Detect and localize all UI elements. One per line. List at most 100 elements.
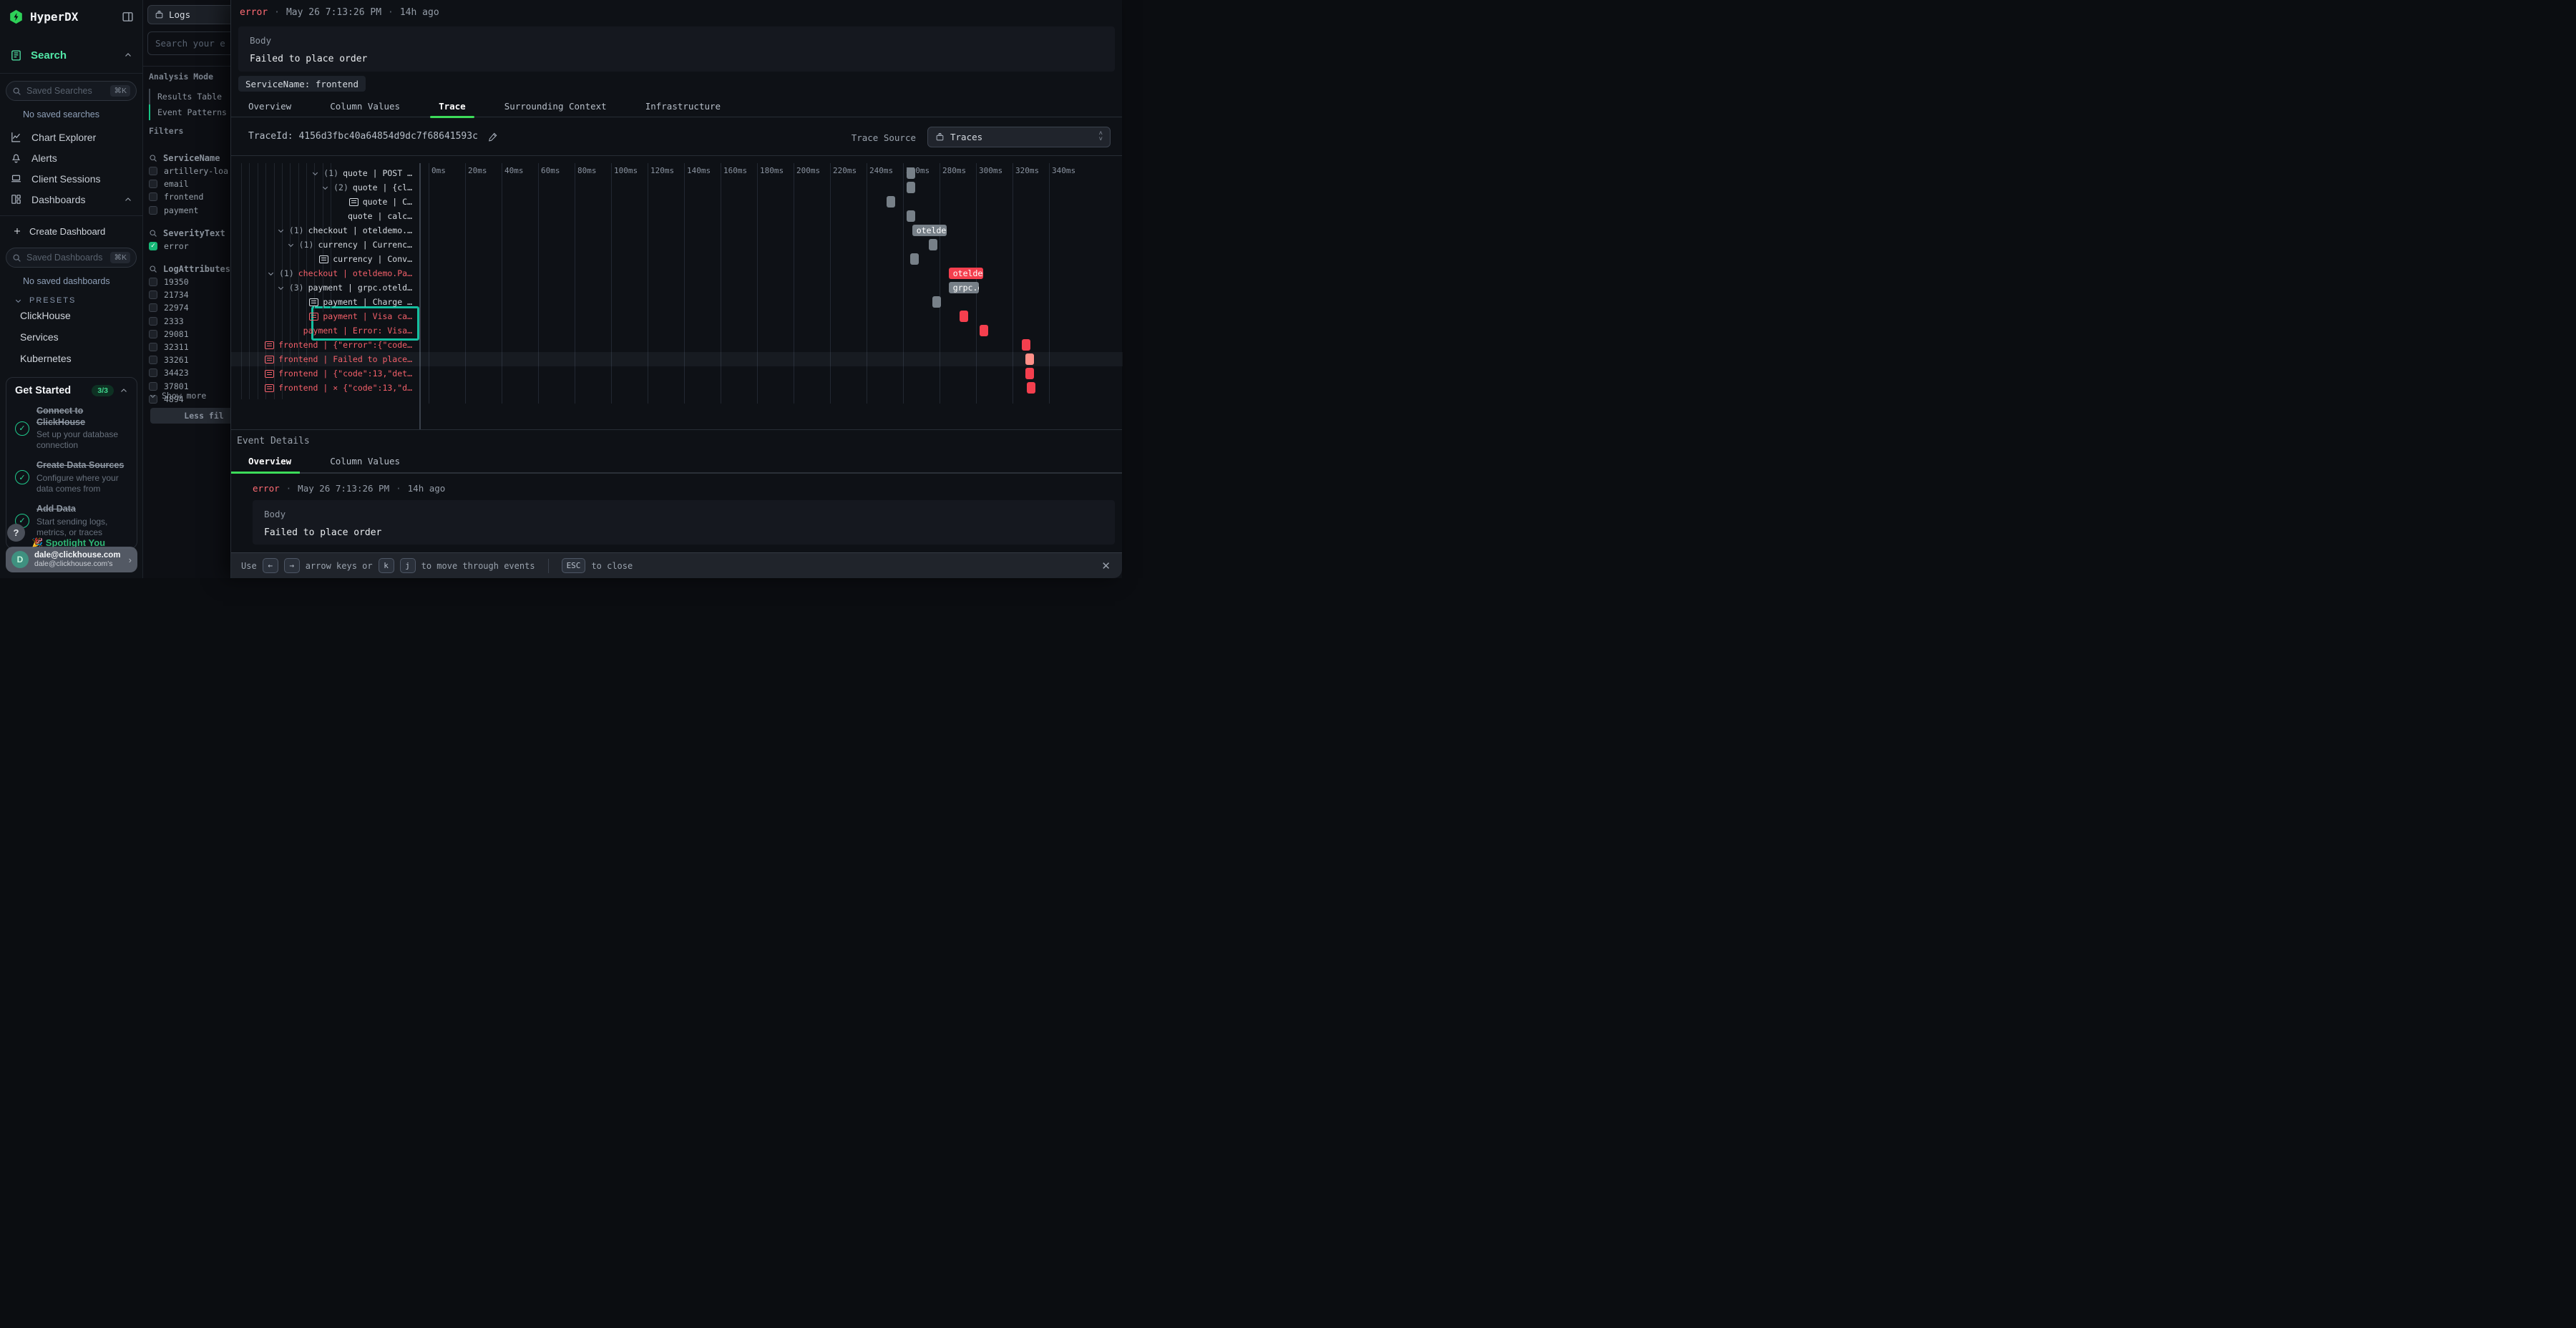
presets-toggle[interactable]: PRESETS [0,286,142,305]
span-duration-bar[interactable] [910,253,919,265]
sidebar-item-dashboards[interactable]: Dashboards [0,189,142,210]
tab-surrounding-context[interactable]: Surrounding Context [496,98,615,117]
filter-option[interactable]: 34423 [149,366,230,379]
filter-option[interactable]: frontend [149,190,230,203]
chevron-down-icon[interactable] [321,184,329,192]
preset-item-services[interactable]: Services [0,326,142,348]
filter-option[interactable]: 19350 [149,275,230,288]
source-select[interactable]: Logs [147,5,230,24]
chevron-down-icon[interactable] [267,270,275,278]
chevron-down-icon[interactable] [311,170,319,177]
checkbox[interactable] [149,330,157,338]
span-duration-bar[interactable]: grpc.o [949,282,979,293]
help-button[interactable]: ? [7,524,25,542]
tree-timeline-divider[interactable] [419,163,421,429]
checkbox[interactable] [149,167,157,175]
preset-item-kubernetes[interactable]: Kubernetes [0,348,142,369]
span-duration-bar[interactable] [887,196,895,208]
edit-trace-id-icon[interactable] [488,132,498,142]
event-details-tab-column-values[interactable]: Column Values [321,453,409,472]
service-name-tag[interactable]: ServiceName: frontend [238,76,366,92]
tab-infrastructure[interactable]: Infrastructure [637,98,729,117]
tab-column-values[interactable]: Column Values [321,98,409,117]
less-filters-button[interactable]: Less fil [150,408,230,424]
show-more-button[interactable]: Show more [149,391,206,401]
checkbox[interactable]: ✓ [149,242,157,250]
trace-span-row[interactable]: (1)checkout | oteldemo.… [231,223,419,238]
checkbox[interactable] [149,356,157,364]
span-duration-bar[interactable] [929,239,937,250]
user-menu[interactable]: D dale@clickhouse.com dale@clickhouse.co… [6,547,137,572]
search-icon[interactable] [149,265,157,273]
span-duration-bar[interactable] [960,311,968,322]
trace-span-row[interactable]: (1)quote | POST … [231,166,419,180]
get-started-item[interactable]: ✓Connect to ClickHouseSet up your databa… [15,406,128,451]
filter-option[interactable]: 29081 [149,328,230,341]
span-duration-bar[interactable] [980,325,988,336]
span-duration-bar[interactable] [1025,368,1034,379]
trace-span-row[interactable]: (1)currency | Currenc… [231,238,419,252]
trace-span-row[interactable]: frontend | × {"code":13,"d… [231,381,419,395]
filter-option[interactable]: 32311 [149,341,230,353]
checkbox[interactable] [149,303,157,312]
checkbox[interactable] [149,290,157,299]
trace-span-row[interactable]: payment | Charge … [231,295,419,309]
checkbox[interactable] [149,192,157,201]
chevron-down-icon[interactable] [287,241,295,249]
arrow-left-keycap[interactable]: ← [263,558,278,573]
filter-option[interactable]: 21734 [149,288,230,301]
span-duration-bar[interactable]: oteldem [912,225,947,236]
trace-span-row[interactable]: (1)checkout | oteldemo.Pa… [231,266,419,280]
event-search-input[interactable]: Search your e [147,31,230,55]
checkbox[interactable] [149,343,157,351]
checkbox[interactable] [149,206,157,215]
span-duration-bar[interactable] [907,210,915,222]
trace-span-row[interactable]: frontend | Failed to place… [231,352,419,366]
preset-item-clickhouse[interactable]: ClickHouse [0,305,142,326]
filter-option[interactable]: payment [149,204,230,217]
checkbox[interactable] [149,180,157,188]
trace-span-row[interactable]: payment | Error: Visa… [231,323,419,338]
checkbox[interactable] [149,368,157,377]
tab-trace[interactable]: Trace [430,98,474,117]
k-keycap[interactable]: k [379,558,394,573]
filter-option[interactable]: artillery-loa [149,165,230,177]
chevron-down-icon[interactable] [277,284,285,292]
span-duration-bar[interactable] [1022,339,1030,351]
filter-option[interactable]: 2333 [149,315,230,328]
get-started-item[interactable]: ✓Create Data SourcesConfigure where your… [15,460,128,494]
trace-span-row[interactable]: frontend | {"error":{"code… [231,338,419,352]
analysis-mode-results-table[interactable]: Results Table [149,89,227,104]
trace-span-row[interactable]: quote | calc… [231,209,419,223]
chevron-up-icon[interactable] [124,51,132,59]
span-duration-bar[interactable] [932,296,941,308]
filter-option[interactable]: email [149,177,230,190]
arrow-right-keycap[interactable]: → [284,558,300,573]
sidebar-item-chart-explorer[interactable]: Chart Explorer [0,127,142,147]
event-details-tab-overview[interactable]: Overview [240,453,300,472]
saved-dashboards-input[interactable]: Saved Dashboards ⌘K [6,248,137,268]
get-started-item[interactable]: ✓Add DataStart sending logs, metrics, or… [15,504,128,538]
collapse-sidebar-icon[interactable] [122,11,134,23]
span-duration-bar[interactable]: oteldem [949,268,983,279]
esc-keycap[interactable]: ESC [562,558,586,573]
chevron-down-icon[interactable] [277,227,285,235]
trace-span-row[interactable]: (2)quote | {cl… [231,180,419,195]
span-duration-bar[interactable] [907,182,915,193]
checkbox[interactable] [149,317,157,326]
create-dashboard-button[interactable]: Create Dashboard [0,222,142,240]
span-duration-bar[interactable] [1027,382,1035,394]
j-keycap[interactable]: j [400,558,416,573]
filter-option[interactable]: ✓error [149,240,230,253]
span-duration-bar[interactable] [907,167,915,179]
trace-span-row[interactable]: (3)payment | grpc.oteld… [231,280,419,295]
trace-span-row[interactable]: payment | Visa ca… [231,309,419,323]
trace-source-select[interactable]: Traces ˄˅ [927,127,1111,147]
tab-overview[interactable]: Overview [240,98,300,117]
sidebar-item-alerts[interactable]: Alerts [0,147,142,168]
analysis-mode-event-patterns[interactable]: Event Patterns [149,104,227,120]
span-duration-bar[interactable] [1025,353,1034,365]
sidebar-item-client-sessions[interactable]: Client Sessions [0,168,142,189]
trace-span-row[interactable]: frontend | {"code":13,"det… [231,366,419,381]
saved-searches-input[interactable]: Saved Searches ⌘K [6,81,137,101]
